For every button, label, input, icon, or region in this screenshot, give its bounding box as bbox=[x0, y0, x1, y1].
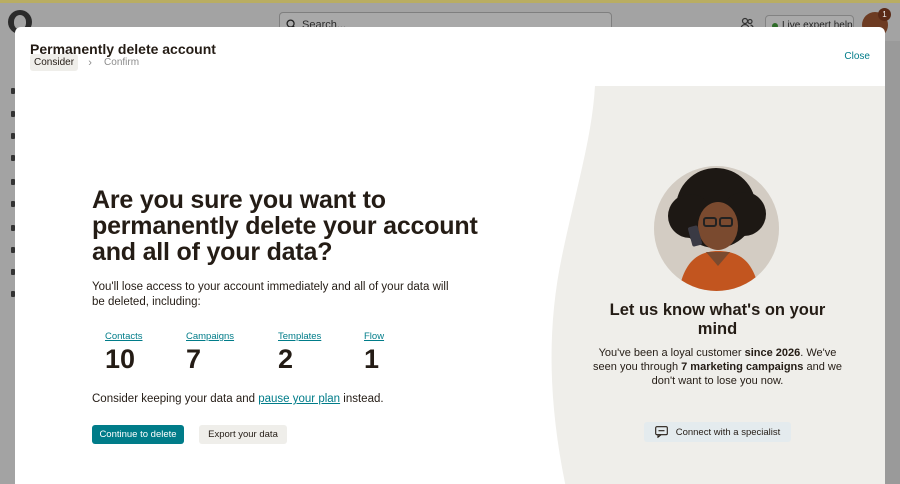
chevron-right-icon: › bbox=[88, 56, 92, 69]
headline: Are you sure you want to permanently del… bbox=[92, 186, 478, 266]
stat-flow: Flow 1 bbox=[364, 331, 384, 373]
export-data-button[interactable]: Export your data bbox=[199, 425, 287, 444]
stat-value: 1 bbox=[364, 344, 380, 374]
stat-value: 2 bbox=[278, 344, 294, 374]
continue-to-delete-button[interactable]: Continue to delete bbox=[92, 425, 184, 444]
breadcrumb-consider[interactable]: Consider bbox=[30, 54, 79, 71]
close-button[interactable]: Close bbox=[844, 51, 870, 62]
stat-label[interactable]: Campaigns bbox=[186, 331, 234, 342]
message-highlight: since 2026 bbox=[744, 347, 801, 359]
confirmation-content: Are you sure you want to permanently del… bbox=[92, 187, 492, 310]
stat-templates: Templates 2 bbox=[278, 331, 321, 373]
stat-campaigns: Campaigns 7 bbox=[186, 331, 234, 373]
message-part: You've been a loyal customer bbox=[598, 347, 742, 359]
breadcrumb: Consider › Confirm bbox=[30, 54, 139, 71]
specialist-illustration bbox=[654, 166, 779, 291]
delete-account-modal: Permanently delete account Consider › Co… bbox=[15, 27, 885, 484]
stat-value: 10 bbox=[105, 344, 136, 374]
specialist-photo bbox=[654, 166, 779, 291]
panel-message: You've been a loyal customer since 2026.… bbox=[590, 346, 845, 388]
stat-label[interactable]: Contacts bbox=[105, 331, 143, 342]
keep-data-note: Consider keeping your data and pause you… bbox=[92, 393, 384, 405]
retention-panel: Let us know what's on your mind You've b… bbox=[550, 86, 885, 484]
chat-icon bbox=[654, 426, 668, 438]
subtext: You'll lose access to your account immed… bbox=[92, 281, 449, 308]
stat-label[interactable]: Templates bbox=[278, 331, 321, 342]
stat-value: 7 bbox=[186, 344, 202, 374]
notification-badge: 1 bbox=[878, 8, 891, 21]
connect-specialist-button[interactable]: Connect with a specialist bbox=[644, 422, 791, 442]
panel-title: Let us know what's on your mind bbox=[609, 301, 826, 338]
account-stats: Contacts 10 Campaigns 7 Templates 2 Flow… bbox=[92, 331, 492, 376]
pause-plan-link[interactable]: pause your plan bbox=[258, 393, 340, 405]
breadcrumb-confirm: Confirm bbox=[104, 57, 140, 68]
connect-specialist-label: Connect with a specialist bbox=[675, 426, 781, 438]
message-highlight: 7 marketing campaigns bbox=[681, 361, 804, 373]
left-nav-rail bbox=[0, 41, 15, 484]
keep-prefix: Consider keeping your data and bbox=[92, 393, 256, 405]
stat-label[interactable]: Flow bbox=[364, 331, 384, 342]
stat-contacts: Contacts 10 bbox=[105, 331, 143, 373]
keep-suffix: instead. bbox=[343, 393, 384, 405]
